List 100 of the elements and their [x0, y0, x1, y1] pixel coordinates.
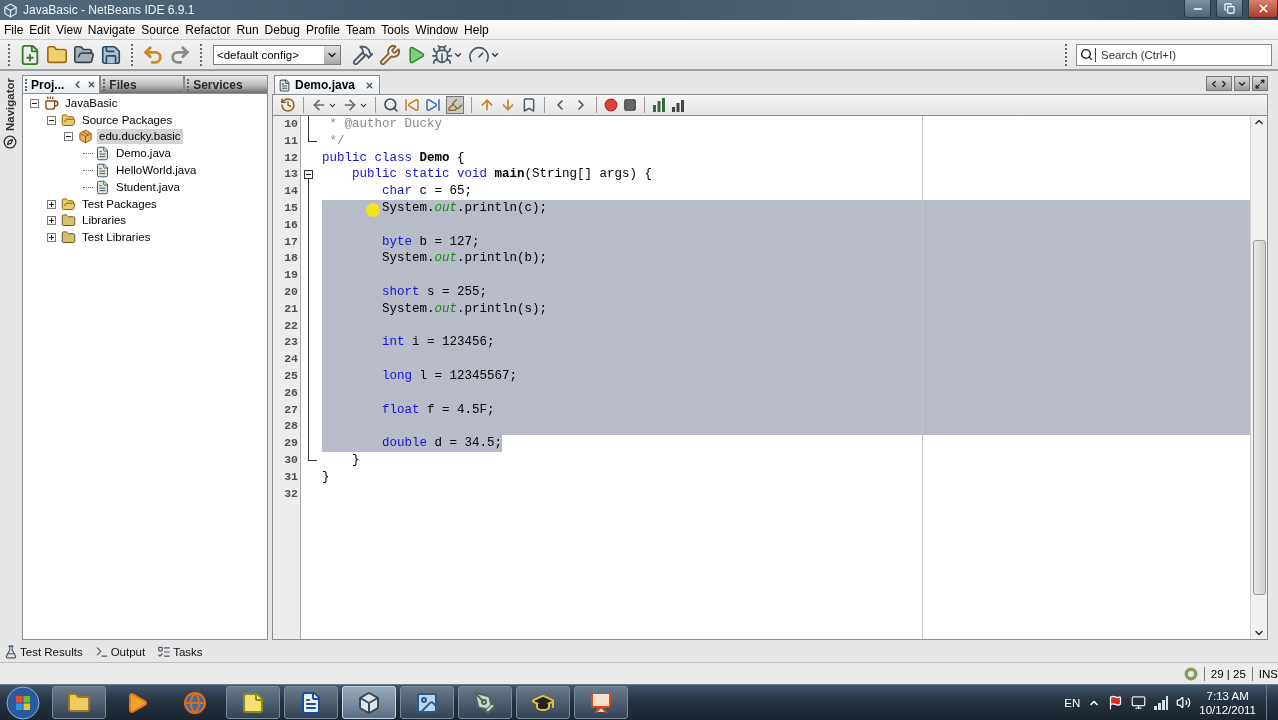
file-plus-icon[interactable]: [19, 43, 41, 66]
bookmark-icon[interactable]: [521, 97, 537, 113]
undo-icon[interactable]: [142, 43, 164, 66]
tree-item[interactable]: Student.java: [114, 179, 182, 195]
close-icon: [1256, 2, 1270, 15]
menu-item[interactable]: Debug: [261, 20, 303, 39]
minimize-button[interactable]: [1184, 0, 1211, 18]
menu-item[interactable]: View: [53, 20, 85, 39]
start-orb-icon[interactable]: [6, 685, 40, 720]
menu-item[interactable]: Profile: [303, 20, 343, 39]
folder-icon: [67, 690, 91, 715]
arrow-right-icon[interactable]: [342, 97, 358, 113]
config-dropdown[interactable]: <default config>: [213, 44, 341, 65]
play-icon[interactable]: [406, 44, 426, 65]
tree-item[interactable]: Demo.java: [114, 146, 173, 162]
arrow-down-icon[interactable]: [500, 97, 516, 113]
taskbar-button[interactable]: [458, 686, 512, 719]
menu-item[interactable]: Window: [412, 20, 462, 39]
scroll-tabs-button[interactable]: [1206, 76, 1232, 91]
bug-icon[interactable]: [431, 43, 453, 66]
pointer-highlight-icon: [366, 203, 380, 217]
folder-icon[interactable]: [73, 43, 95, 66]
code-line: }: [322, 469, 330, 484]
skip-back-icon[interactable]: [404, 97, 420, 113]
collapse-icon[interactable]: [29, 98, 39, 108]
skip-forward-icon[interactable]: [425, 97, 441, 113]
menu-item[interactable]: Team: [343, 20, 379, 39]
bar-chart-icon[interactable]: [671, 98, 685, 112]
taskbar-button[interactable]: [226, 686, 280, 719]
vertical-scrollbar[interactable]: [1250, 116, 1267, 639]
output-tab[interactable]: Tasks: [157, 645, 203, 659]
menu-item[interactable]: Navigate: [84, 20, 139, 39]
line-number: 16: [283, 216, 299, 233]
circle-icon[interactable]: [604, 98, 618, 112]
collapse-icon[interactable]: [304, 170, 313, 180]
panel-tab[interactable]: Services: [184, 75, 268, 93]
close-button[interactable]: [1248, 0, 1278, 18]
editor-tab[interactable]: Demo.java: [274, 75, 381, 94]
panel-tab[interactable]: Proj...: [22, 75, 101, 93]
search-icon[interactable]: [1080, 48, 1093, 61]
collapse-icon[interactable]: [46, 115, 56, 125]
search-icon[interactable]: [383, 97, 399, 113]
folder-icon: [61, 112, 76, 128]
close-icon[interactable]: [87, 80, 97, 89]
close-icon[interactable]: [365, 80, 375, 90]
tree-item[interactable]: Test Packages: [80, 196, 159, 212]
menu-item[interactable]: Run: [233, 20, 262, 39]
wrench-icon[interactable]: [379, 43, 401, 66]
clock[interactable]: 7:13 AM 10/12/2011: [1199, 688, 1256, 717]
speaker-icon[interactable]: [1176, 695, 1192, 710]
output-tab[interactable]: Output: [94, 645, 146, 659]
document-list-button[interactable]: [1234, 76, 1250, 91]
line-number: 15: [283, 200, 299, 216]
tree-item[interactable]: Source Packages: [80, 112, 175, 128]
panel-tab[interactable]: Files: [100, 75, 185, 93]
signal-bars-icon[interactable]: [1154, 695, 1169, 710]
presentation-icon: [589, 690, 613, 715]
search-field[interactable]: Search (Ctrl+I): [1076, 43, 1272, 66]
tree-item[interactable]: Test Libraries: [80, 230, 153, 246]
output-tab[interactable]: Test Results: [4, 645, 83, 659]
expand-icon[interactable]: [46, 199, 56, 209]
monitor-icon[interactable]: [1131, 695, 1147, 710]
hammer-icon[interactable]: [352, 43, 374, 66]
taskbar-button[interactable]: [400, 686, 454, 719]
arrow-left-icon[interactable]: [311, 97, 327, 113]
collapse-icon[interactable]: [63, 132, 73, 142]
menu-item[interactable]: Help: [461, 20, 492, 39]
line-number: 26: [283, 384, 299, 401]
navigator-tab[interactable]: Navigator: [3, 78, 17, 150]
tree-item[interactable]: HelloWorld.java: [114, 163, 199, 179]
tree-item[interactable]: Libraries: [80, 213, 129, 229]
redo-icon[interactable]: [169, 43, 191, 66]
language-indicator[interactable]: EN: [1064, 696, 1081, 709]
menu-item[interactable]: Refactor: [182, 20, 234, 39]
square-icon[interactable]: [623, 98, 637, 112]
save-icon[interactable]: [100, 43, 122, 66]
tree-item[interactable]: edu.ducky.basic: [97, 129, 183, 145]
folder-plus-icon[interactable]: [46, 43, 68, 66]
tree-item[interactable]: JavaBasic: [63, 95, 120, 111]
highlighter-icon[interactable]: [447, 97, 463, 113]
expand-icon[interactable]: [46, 233, 56, 243]
insert-mode: INS: [1258, 667, 1278, 680]
code-line: System.out.println(c);: [382, 201, 548, 215]
bar-chart-icon[interactable]: [652, 98, 666, 112]
restore-button[interactable]: [1216, 0, 1243, 18]
line-number: 12: [283, 149, 299, 166]
menu-item[interactable]: Tools: [378, 20, 413, 39]
menu-item[interactable]: Edit: [26, 20, 54, 39]
file-icon: [278, 78, 291, 92]
flag-icon[interactable]: [1108, 695, 1124, 710]
menu-item[interactable]: Source: [138, 20, 183, 39]
taskbar-button[interactable]: [516, 686, 570, 719]
taskbar-button[interactable]: [574, 686, 628, 719]
history-icon[interactable]: [280, 97, 296, 113]
taskbar-button[interactable]: [284, 686, 338, 719]
menu-item[interactable]: File: [1, 20, 27, 39]
taskbar-button[interactable]: [52, 686, 106, 719]
maximize-button[interactable]: [1252, 76, 1268, 91]
expand-icon[interactable]: [46, 216, 56, 226]
line-number: 23: [283, 334, 299, 351]
